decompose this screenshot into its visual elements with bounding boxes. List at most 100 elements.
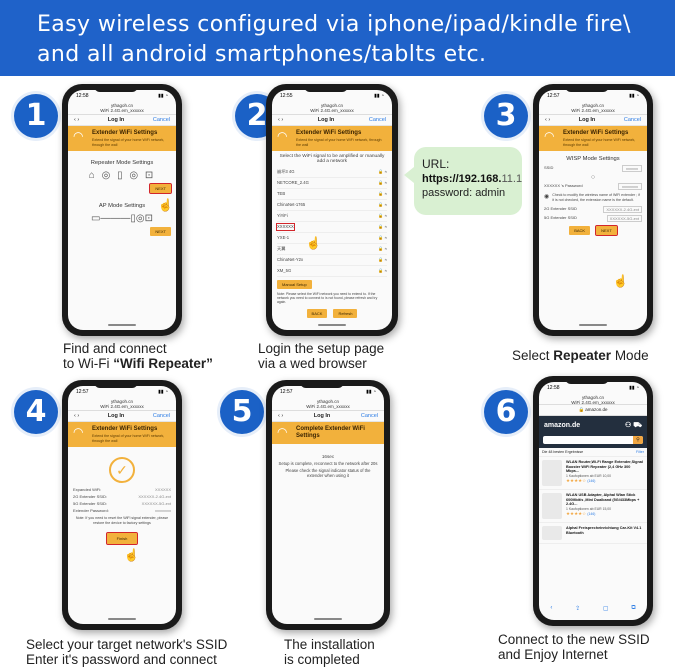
hand-pointer-icon: ☝ (124, 548, 139, 562)
wifi-signal-icon: 🔒 ≈ (378, 224, 387, 229)
step-2-screen: 12:55 ▮▮ ◔ ythagoh.cn WiFi 2.4G.em_xxxxxx … (272, 90, 392, 330)
back-chevron-icon[interactable]: ‹ › (278, 117, 283, 123)
checkbox-icon[interactable]: ◉ (544, 193, 549, 203)
ap-next-button[interactable]: NEXT (150, 227, 171, 236)
amazon-logo[interactable]: amazon.de (544, 422, 580, 429)
wifi-icon: ◠ (73, 129, 84, 143)
network-item[interactable]: XM_5G 🔒 ≈ (277, 266, 387, 277)
indicator-message: Please check the signal indicator status… (285, 468, 371, 479)
step-6-caption: Connect to the new SSID and Enjoy Intern… (498, 632, 650, 662)
product-image (542, 460, 562, 486)
product-item[interactable]: WLAN USB Adapter, Alphal Wlan Stick 600M… (539, 490, 647, 523)
network-note: Note: Please select the WiFi network you… (277, 292, 378, 305)
bookmarks-icon[interactable]: ▢ (603, 605, 609, 612)
search-input[interactable]: ⚲ (543, 436, 643, 444)
ssid-24g-field[interactable]: XXXXXX-2.4G-ext (603, 206, 642, 213)
rating-stars-icon: ★★★★☆ (146) (566, 477, 596, 483)
step-4-badge: 4 (14, 390, 58, 434)
wifi-signal-icon: 🔒 ≈ (378, 268, 387, 273)
wifi-icon: ◠ (277, 425, 288, 439)
hand-pointer-icon: ☝ (306, 236, 321, 250)
back-button[interactable]: BACK (306, 308, 328, 318)
wifi-icon: ◠ (544, 129, 555, 143)
finish-button[interactable]: Finish (105, 532, 139, 546)
extender-header: ◠ Extender WiFi Settings Extend the sign… (68, 422, 176, 447)
repeater-diagram-icon: ⌂ ◎ ▯ ◎ ⊡ (88, 170, 156, 181)
wifi-signal-icon: 🔒 ≈ (378, 180, 387, 185)
network-item[interactable]: NETCORE_2.4G 🔒 ≈ (277, 178, 387, 189)
network-item[interactable]: YiYiFi 🔒 ≈ (277, 211, 387, 222)
back-button[interactable]: BACK (569, 226, 591, 235)
password-field[interactable]: xxxxxxxx (618, 183, 642, 190)
setup-password: password: admin (422, 187, 506, 199)
cancel-link[interactable]: Cancel (361, 413, 378, 419)
wisp-heading: WISP Mode Settings (566, 156, 620, 162)
ssid-5g-field[interactable]: XXXXXX-5G-ext (606, 215, 642, 222)
tabs-icon[interactable]: ⧉ (631, 605, 635, 612)
amazon-header: amazon.de ⚇ ⛟ (539, 416, 647, 434)
repeater-next-button[interactable]: NEXT (149, 183, 172, 194)
step-3-caption: Select Repeater Mode (512, 348, 649, 363)
cancel-link[interactable]: Cancel (369, 117, 386, 123)
step-4-screen: 12:57 ▮▮ ◔ ythagoh.cn WiFi 2.4G.em_xxxxxx … (68, 386, 176, 624)
step-6-screen: 12:58 ▮▮ ◔ ythagoh.cn WiFi 2.4G.em_xxxxxx … (539, 382, 647, 620)
cart-icon[interactable]: ⚇ ⛟ (625, 421, 642, 430)
network-item[interactable]: 崩坏3 4G 🔒 ≈ (277, 167, 387, 178)
address-bar[interactable]: 🔒 amazon.de (539, 405, 647, 416)
wifi-signal-icon: 🔒 ≈ (378, 213, 387, 218)
step-5-badge: 5 (220, 390, 264, 434)
step-3-screen: 12:57 ▮▮ ◔ ythagoh.cn WiFi 2.4G.em_xxxxxx … (539, 90, 647, 330)
step-5-phone: 12:57 ▮▮ ◔ ythagoh.cn WiFi 2.4G.em_xxxxxx … (266, 380, 390, 630)
cancel-link[interactable]: Cancel (153, 413, 170, 419)
hand-pointer-icon: ☝ (158, 198, 173, 212)
step-1-badge: 1 (14, 94, 58, 138)
step-6-badge: 6 (484, 390, 528, 434)
product-image (542, 526, 562, 540)
step-4-caption: Select your target network's SSID Enter … (26, 637, 228, 667)
cancel-link[interactable]: Cancel (624, 117, 641, 123)
product-item[interactable]: Alphal Freisprecheinrichtung Car-Kit V4.… (539, 523, 647, 544)
reset-note: Note: If you need to reset the WiFi sign… (75, 516, 169, 525)
browser-toolbar: ‹ ⇪ ▢ ⧉ (539, 605, 647, 612)
cancel-link[interactable]: Cancel (153, 117, 170, 123)
ssid-field[interactable]: xxxxxx (622, 165, 642, 172)
network-item[interactable]: TEB 🔒 ≈ (277, 189, 387, 200)
extender-header: ◠ Extender WiFi Settings Extend the sign… (68, 126, 176, 151)
product-image (542, 493, 562, 519)
wifi-signal-icon: 🔒 ≈ (378, 257, 387, 262)
hand-pointer-icon: ☝ (613, 274, 628, 288)
network-item[interactable]: ChinaNet-Y2x 🔒 ≈ (277, 255, 387, 266)
network-item-selected[interactable]: XXXXXX 🔒 ≈ (276, 222, 387, 233)
ap-mode-heading: AP Mode Settings (98, 203, 146, 209)
filter-link[interactable]: Filter (636, 450, 644, 454)
network-item[interactable]: YXE-1 🔒 ≈ (277, 233, 387, 244)
network-prompt: Select the WiFi signal to be amplified o… (279, 154, 385, 164)
network-item[interactable]: 天翼 🔒 ≈ (277, 244, 387, 255)
step-3-badge: 3 (484, 94, 528, 138)
wifi-signal-icon: 🔒 ≈ (378, 169, 387, 174)
step-2-caption: Login the setup page via a wed browser (258, 341, 385, 371)
step-3-phone: 12:57 ▮▮ ◔ ythagoh.cn WiFi 2.4G.em_xxxxxx … (533, 84, 653, 336)
share-icon[interactable]: ⇪ (575, 605, 580, 612)
back-icon[interactable]: ‹ (550, 605, 552, 612)
network-item[interactable]: ChinaNet-1765 🔒 ≈ (277, 200, 387, 211)
radio-icon[interactable]: ○ (544, 174, 642, 181)
url-note-bubble: URL: https://192.168.11.1 password: admi… (404, 147, 523, 215)
wifi-icon: ◠ (73, 425, 84, 439)
banner-title-line-1: Easy wireless configured via iphone/ipad… (37, 12, 631, 37)
back-chevron-icon[interactable]: ‹ › (74, 413, 79, 419)
product-item[interactable]: WLAN Router,Wi-Fi Range Extender,Signal … (539, 457, 647, 490)
back-chevron-icon[interactable]: ‹ › (74, 117, 79, 123)
banner-title-line-2: and all android smartphones/tablts etc. (37, 42, 487, 67)
manual-setup-button[interactable]: Manual Setup (277, 280, 312, 289)
back-chevron-icon[interactable]: ‹ › (278, 413, 283, 419)
next-button[interactable]: NEXT (595, 225, 618, 236)
wifi-signal-icon: 🔒 ≈ (378, 191, 387, 196)
back-chevron-icon[interactable]: ‹ › (545, 117, 550, 123)
step-5-caption: The installation is completed (284, 637, 375, 667)
wifi-icon: ◠ (277, 129, 288, 143)
complete-message: Setup is complete, reconnect to the netw… (278, 461, 378, 466)
refresh-button[interactable]: Refresh (333, 308, 358, 318)
setup-url: https://192.168.11.1 (422, 173, 523, 185)
search-icon[interactable]: ⚲ (633, 436, 643, 444)
